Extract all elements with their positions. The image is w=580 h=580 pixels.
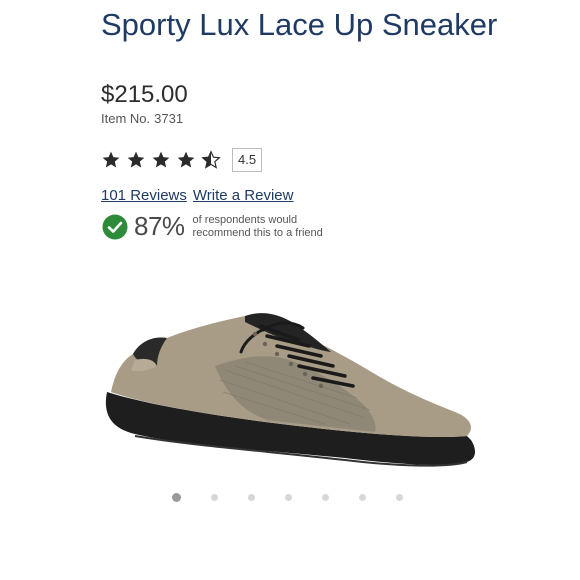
product-title: Sporty Lux Lace Up Sneaker (101, 7, 498, 42)
item-number: Item No. 3731 (101, 111, 183, 126)
star-icon (102, 151, 120, 168)
recommend-text: of respondents would recommend this to a… (192, 213, 323, 239)
item-number-label: Item No. (101, 111, 151, 126)
rating-value-badge: 4.5 (232, 148, 263, 172)
item-number-value: 3731 (154, 111, 184, 126)
carousel-dot[interactable] (359, 494, 366, 501)
half-star-icon (201, 150, 221, 169)
check-circle-icon (102, 214, 128, 239)
reviews-link[interactable]: 101 Reviews (101, 187, 187, 204)
star-icon (127, 151, 145, 168)
carousel-dot[interactable] (285, 494, 292, 501)
product-price: $215.00 (101, 81, 188, 108)
review-links: 101 Reviews Write a Review (101, 187, 293, 204)
product-image (105, 313, 476, 467)
star-icon (152, 151, 170, 168)
image-carousel-dots (172, 493, 433, 502)
carousel-dot[interactable] (172, 493, 181, 502)
carousel-dot[interactable] (248, 494, 255, 501)
recommendation-summary: 87% of respondents would recommend this … (102, 211, 353, 242)
carousel-dot[interactable] (396, 494, 403, 501)
recommend-percent: 87% (134, 211, 185, 241)
rating-stars: 4.5 (101, 148, 263, 172)
carousel-dot[interactable] (322, 494, 329, 501)
star-icon (177, 151, 195, 168)
write-review-link[interactable]: Write a Review (193, 187, 294, 204)
carousel-dot[interactable] (211, 494, 218, 501)
